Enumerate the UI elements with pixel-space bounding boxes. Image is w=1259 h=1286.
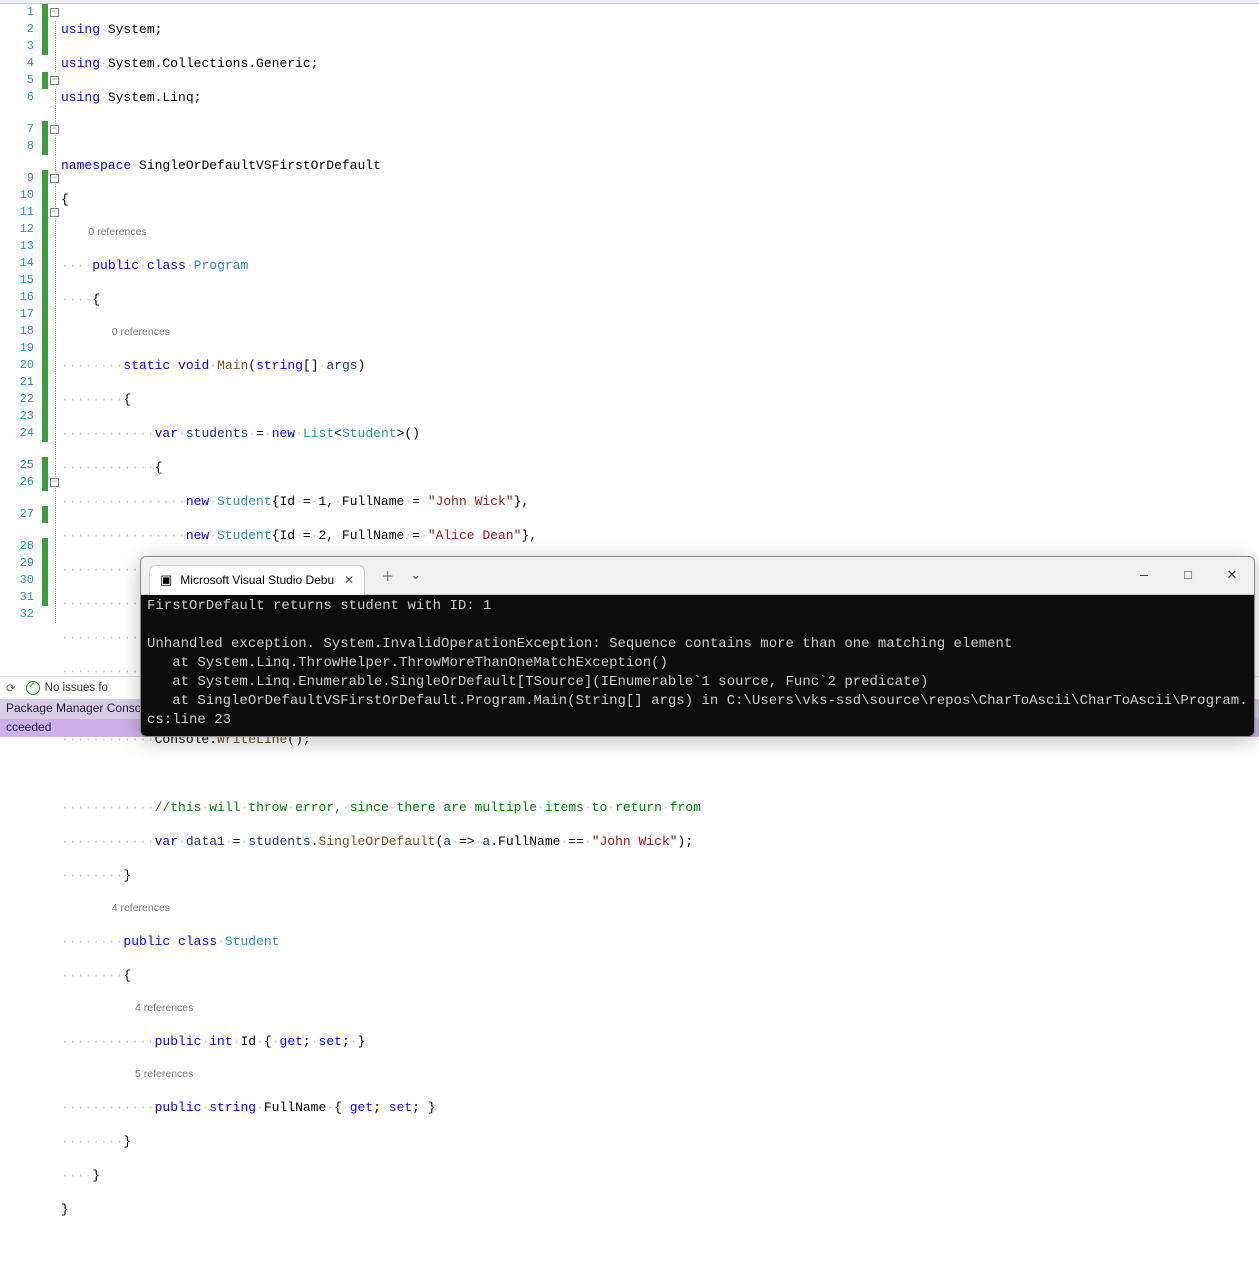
minimize-button[interactable]: — <box>1122 561 1166 591</box>
close-window-button[interactable]: ✕ <box>1210 561 1254 591</box>
terminal-tab-title: Microsoft Visual Studio Debu <box>180 573 334 587</box>
close-tab-icon[interactable]: ✕ <box>334 573 354 587</box>
refresh-icon[interactable]: ⟳ <box>6 681 16 695</box>
fold-column[interactable]: − − − − − − <box>48 4 61 680</box>
add-tab-button[interactable]: ＋ <box>371 562 404 589</box>
status-text: No issues fo <box>45 682 108 694</box>
line-number-gutter: 1 2 3 4 5 6 7 8 9 10 11 12 13 14 15 16 1… <box>0 4 42 680</box>
terminal-tab[interactable]: ▣ Microsoft Visual Studio Debu ✕ <box>149 565 365 595</box>
debug-console-window[interactable]: ▣ Microsoft Visual Studio Debu ✕ ＋ ⌄ — □… <box>140 556 1255 737</box>
terminal-icon: ▣ <box>160 572 172 588</box>
terminal-titlebar[interactable]: ▣ Microsoft Visual Studio Debu ✕ ＋ ⌄ — □… <box>141 557 1254 595</box>
maximize-button[interactable]: □ <box>1166 561 1210 591</box>
ok-icon <box>26 681 40 695</box>
tab-dropdown-icon[interactable]: ⌄ <box>404 564 427 587</box>
terminal-output[interactable]: FirstOrDefault returns student with ID: … <box>141 595 1254 736</box>
